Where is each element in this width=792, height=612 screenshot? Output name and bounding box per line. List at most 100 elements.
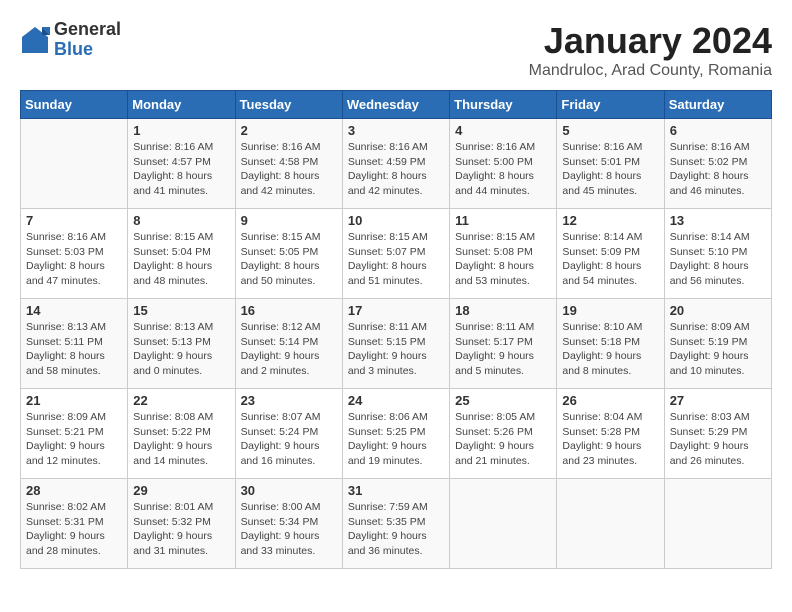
calendar-cell: 30 Sunrise: 8:00 AMSunset: 5:34 PMDayligh… [235, 479, 342, 569]
day-number: 23 [241, 393, 337, 408]
day-number: 27 [670, 393, 766, 408]
day-number: 6 [670, 123, 766, 138]
logo-icon [20, 25, 50, 55]
day-info: Sunrise: 8:15 AMSunset: 5:05 PMDaylight:… [241, 230, 337, 289]
day-info: Sunrise: 8:10 AMSunset: 5:18 PMDaylight:… [562, 320, 658, 379]
day-number: 29 [133, 483, 229, 498]
week-row-4: 21 Sunrise: 8:09 AMSunset: 5:21 PMDayligh… [21, 389, 772, 479]
day-info: Sunrise: 8:15 AMSunset: 5:07 PMDaylight:… [348, 230, 444, 289]
day-number: 5 [562, 123, 658, 138]
calendar-cell: 7 Sunrise: 8:16 AMSunset: 5:03 PMDaylight… [21, 209, 128, 299]
calendar-table: SundayMondayTuesdayWednesdayThursdayFrid… [20, 90, 772, 569]
calendar-cell: 20Sunrise: 8:09 AMSunset: 5:19 PMDayligh… [664, 299, 771, 389]
calendar-cell: 25 Sunrise: 8:05 AMSunset: 5:26 PMDayligh… [450, 389, 557, 479]
day-number: 13 [670, 213, 766, 228]
calendar-header-row: SundayMondayTuesdayWednesdayThursdayFrid… [21, 91, 772, 119]
calendar-cell: 14 Sunrise: 8:13 AMSunset: 5:11 PMDayligh… [21, 299, 128, 389]
day-info: Sunrise: 8:04 AMSunset: 5:28 PMDaylight:… [562, 410, 658, 469]
day-info: Sunrise: 8:16 AMSunset: 4:58 PMDaylight:… [241, 140, 337, 199]
day-info: Sunrise: 8:16 AMSunset: 5:00 PMDaylight:… [455, 140, 551, 199]
day-info: Sunrise: 8:13 AMSunset: 5:11 PMDaylight:… [26, 320, 122, 379]
day-number: 7 [26, 213, 122, 228]
calendar-cell: 3 Sunrise: 8:16 AMSunset: 4:59 PMDaylight… [342, 119, 449, 209]
day-info: Sunrise: 8:15 AMSunset: 5:04 PMDaylight:… [133, 230, 229, 289]
month-title: January 2024 [529, 20, 772, 62]
day-number: 30 [241, 483, 337, 498]
calendar-cell: 29 Sunrise: 8:01 AMSunset: 5:32 PMDayligh… [128, 479, 235, 569]
column-header-saturday: Saturday [664, 91, 771, 119]
week-row-3: 14 Sunrise: 8:13 AMSunset: 5:11 PMDayligh… [21, 299, 772, 389]
calendar-cell: 9 Sunrise: 8:15 AMSunset: 5:05 PMDaylight… [235, 209, 342, 299]
day-number: 11 [455, 213, 551, 228]
week-row-5: 28 Sunrise: 8:02 AMSunset: 5:31 PMDayligh… [21, 479, 772, 569]
calendar-cell: 22 Sunrise: 8:08 AMSunset: 5:22 PMDayligh… [128, 389, 235, 479]
day-info: Sunrise: 8:06 AMSunset: 5:25 PMDaylight:… [348, 410, 444, 469]
calendar-cell: 19Sunrise: 8:10 AMSunset: 5:18 PMDayligh… [557, 299, 664, 389]
day-info: Sunrise: 8:01 AMSunset: 5:32 PMDaylight:… [133, 500, 229, 559]
calendar-cell: 16Sunrise: 8:12 AMSunset: 5:14 PMDayligh… [235, 299, 342, 389]
day-number: 2 [241, 123, 337, 138]
day-info: Sunrise: 7:59 AMSunset: 5:35 PMDaylight:… [348, 500, 444, 559]
calendar-cell: 11 Sunrise: 8:15 AMSunset: 5:08 PMDayligh… [450, 209, 557, 299]
day-info: Sunrise: 8:05 AMSunset: 5:26 PMDaylight:… [455, 410, 551, 469]
calendar-cell: 24Sunrise: 8:06 AMSunset: 5:25 PMDayligh… [342, 389, 449, 479]
calendar-cell: 12 Sunrise: 8:14 AMSunset: 5:09 PMDayligh… [557, 209, 664, 299]
day-info: Sunrise: 8:16 AMSunset: 5:02 PMDaylight:… [670, 140, 766, 199]
day-info: Sunrise: 8:15 AMSunset: 5:08 PMDaylight:… [455, 230, 551, 289]
calendar-cell: 18Sunrise: 8:11 AMSunset: 5:17 PMDayligh… [450, 299, 557, 389]
calendar-cell: 27 Sunrise: 8:03 AMSunset: 5:29 PMDayligh… [664, 389, 771, 479]
day-number: 14 [26, 303, 122, 318]
logo: General Blue [20, 20, 121, 60]
day-number: 12 [562, 213, 658, 228]
day-number: 28 [26, 483, 122, 498]
calendar-cell: 10 Sunrise: 8:15 AMSunset: 5:07 PMDayligh… [342, 209, 449, 299]
column-header-sunday: Sunday [21, 91, 128, 119]
calendar-cell [557, 479, 664, 569]
day-info: Sunrise: 8:16 AMSunset: 4:59 PMDaylight:… [348, 140, 444, 199]
calendar-cell: 5 Sunrise: 8:16 AMSunset: 5:01 PMDaylight… [557, 119, 664, 209]
day-info: Sunrise: 8:02 AMSunset: 5:31 PMDaylight:… [26, 500, 122, 559]
day-info: Sunrise: 8:16 AMSunset: 4:57 PMDaylight:… [133, 140, 229, 199]
day-info: Sunrise: 8:09 AMSunset: 5:21 PMDaylight:… [26, 410, 122, 469]
calendar-cell: 26 Sunrise: 8:04 AMSunset: 5:28 PMDayligh… [557, 389, 664, 479]
day-info: Sunrise: 8:07 AMSunset: 5:24 PMDaylight:… [241, 410, 337, 469]
day-info: Sunrise: 8:08 AMSunset: 5:22 PMDaylight:… [133, 410, 229, 469]
day-number: 18 [455, 303, 551, 318]
calendar-cell: 4 Sunrise: 8:16 AMSunset: 5:00 PMDaylight… [450, 119, 557, 209]
day-number: 21 [26, 393, 122, 408]
day-number: 4 [455, 123, 551, 138]
day-info: Sunrise: 8:14 AMSunset: 5:09 PMDaylight:… [562, 230, 658, 289]
day-number: 16 [241, 303, 337, 318]
day-number: 26 [562, 393, 658, 408]
title-area: January 2024 Mandruloc, Arad County, Rom… [529, 20, 772, 80]
day-number: 17 [348, 303, 444, 318]
day-number: 20 [670, 303, 766, 318]
day-info: Sunrise: 8:11 AMSunset: 5:15 PMDaylight:… [348, 320, 444, 379]
calendar-cell: 2 Sunrise: 8:16 AMSunset: 4:58 PMDaylight… [235, 119, 342, 209]
day-info: Sunrise: 8:16 AMSunset: 5:01 PMDaylight:… [562, 140, 658, 199]
calendar-cell [21, 119, 128, 209]
day-number: 9 [241, 213, 337, 228]
location-title: Mandruloc, Arad County, Romania [529, 62, 772, 80]
day-info: Sunrise: 8:00 AMSunset: 5:34 PMDaylight:… [241, 500, 337, 559]
day-number: 3 [348, 123, 444, 138]
day-number: 10 [348, 213, 444, 228]
calendar-cell: 23 Sunrise: 8:07 AMSunset: 5:24 PMDayligh… [235, 389, 342, 479]
day-number: 25 [455, 393, 551, 408]
column-header-monday: Monday [128, 91, 235, 119]
calendar-cell: 6 Sunrise: 8:16 AMSunset: 5:02 PMDaylight… [664, 119, 771, 209]
column-header-wednesday: Wednesday [342, 91, 449, 119]
column-header-thursday: Thursday [450, 91, 557, 119]
calendar-cell: 15Sunrise: 8:13 AMSunset: 5:13 PMDayligh… [128, 299, 235, 389]
calendar-cell: 28 Sunrise: 8:02 AMSunset: 5:31 PMDayligh… [21, 479, 128, 569]
calendar-cell: 17 Sunrise: 8:11 AMSunset: 5:15 PMDayligh… [342, 299, 449, 389]
day-info: Sunrise: 8:14 AMSunset: 5:10 PMDaylight:… [670, 230, 766, 289]
logo-general-text: General [54, 20, 121, 40]
logo-blue-text: Blue [54, 40, 121, 60]
day-info: Sunrise: 8:03 AMSunset: 5:29 PMDaylight:… [670, 410, 766, 469]
calendar-cell: 8Sunrise: 8:15 AMSunset: 5:04 PMDaylight… [128, 209, 235, 299]
day-number: 22 [133, 393, 229, 408]
day-info: Sunrise: 8:16 AMSunset: 5:03 PMDaylight:… [26, 230, 122, 289]
calendar-cell: 31Sunrise: 7:59 AMSunset: 5:35 PMDayligh… [342, 479, 449, 569]
calendar-body: 1Sunrise: 8:16 AMSunset: 4:57 PMDaylight… [21, 119, 772, 569]
